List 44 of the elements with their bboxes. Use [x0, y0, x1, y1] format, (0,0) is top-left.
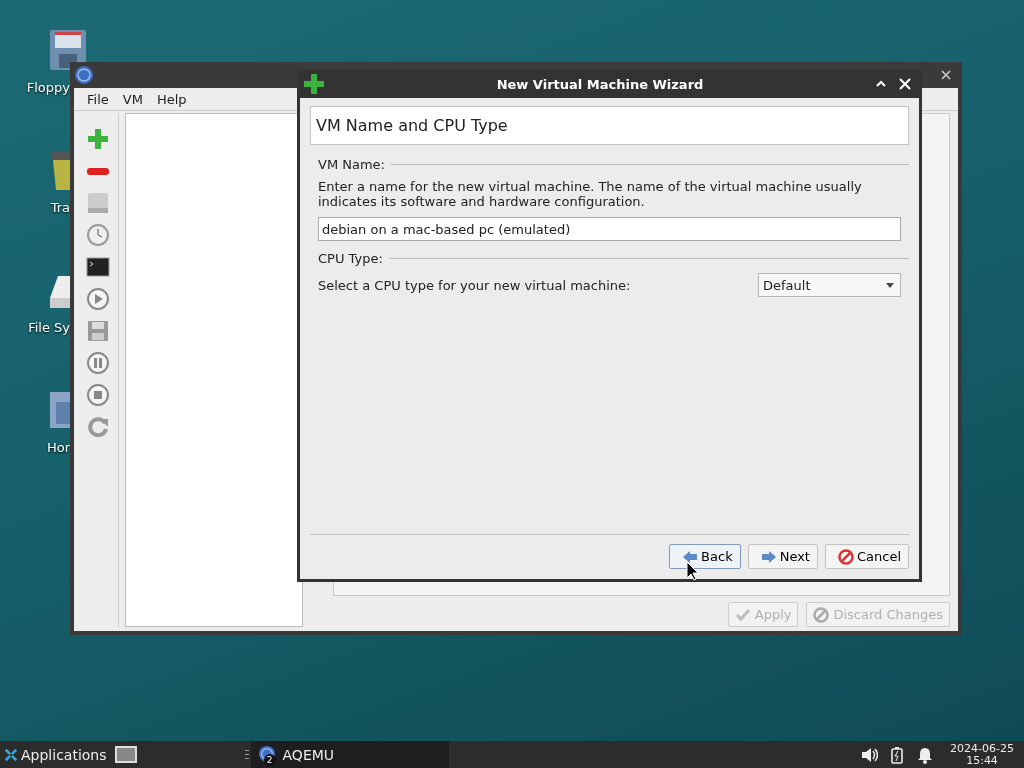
field-label: Select a CPU type for your new virtual machine: — [318, 277, 631, 293]
bell-icon[interactable] — [916, 745, 935, 764]
clock-time[interactable]: 15:44 — [966, 754, 998, 767]
check-icon — [734, 606, 751, 623]
desktop-icon-label[interactable]: Tra — [50, 200, 70, 215]
workspace-switcher[interactable] — [114, 746, 137, 763]
applications-menu-button[interactable]: Applications — [0, 746, 113, 763]
no-entry-icon — [837, 548, 854, 565]
clock-date[interactable]: 2024-06-25 — [950, 742, 1014, 755]
section-heading: VM Name: — [318, 157, 385, 172]
menu-item[interactable]: File — [80, 91, 116, 107]
desktop-icon-label[interactable]: Hor — [46, 440, 70, 455]
pause-icon[interactable] — [86, 351, 110, 375]
volume-icon[interactable] — [860, 745, 879, 764]
add-icon — [303, 73, 325, 95]
arrow-right-icon — [760, 548, 777, 565]
cpu-type-dropdown[interactable]: Default — [758, 273, 901, 297]
close-icon[interactable] — [940, 69, 952, 81]
reload-icon[interactable] — [86, 415, 110, 439]
app-menu-icon — [4, 747, 18, 762]
arrow-left-icon — [682, 548, 699, 565]
dialog-title: New Virtual Machine Wizard — [495, 76, 705, 92]
stop-icon[interactable] — [86, 383, 110, 407]
mouse-pointer-icon — [686, 561, 699, 581]
terminal-icon[interactable] — [86, 255, 110, 279]
handle-icon[interactable] — [242, 748, 251, 761]
app-logo-icon — [74, 65, 94, 85]
page-title: VM Name and CPU Type — [310, 106, 909, 145]
next-button[interactable]: Next — [747, 544, 818, 569]
add-icon[interactable] — [86, 127, 110, 151]
taskbar-task-button[interactable]: 2 AQEMU — [250, 741, 449, 768]
desktop-icon-label[interactable]: File Sy — [28, 320, 70, 335]
section-heading: CPU Type: — [318, 251, 383, 266]
desktop-icon-label[interactable]: Floppy — [26, 80, 70, 95]
menu-item[interactable]: VM — [115, 91, 150, 107]
caret-icon — [886, 282, 894, 288]
name-input-field[interactable]: debian on a mac-based pc (emulated) — [318, 217, 901, 241]
clock-icon[interactable] — [86, 223, 110, 247]
menu-item[interactable]: Help — [149, 91, 194, 107]
cancel-button[interactable]: Cancel — [824, 544, 909, 569]
description-text: Enter a name for the new virtual machine. The name of the virtual machine usually indicates its software and hardware configuration. — [317, 179, 863, 209]
no-entry-icon — [813, 606, 830, 623]
play-icon[interactable] — [86, 287, 110, 311]
back-button[interactable]: Back — [669, 544, 741, 569]
